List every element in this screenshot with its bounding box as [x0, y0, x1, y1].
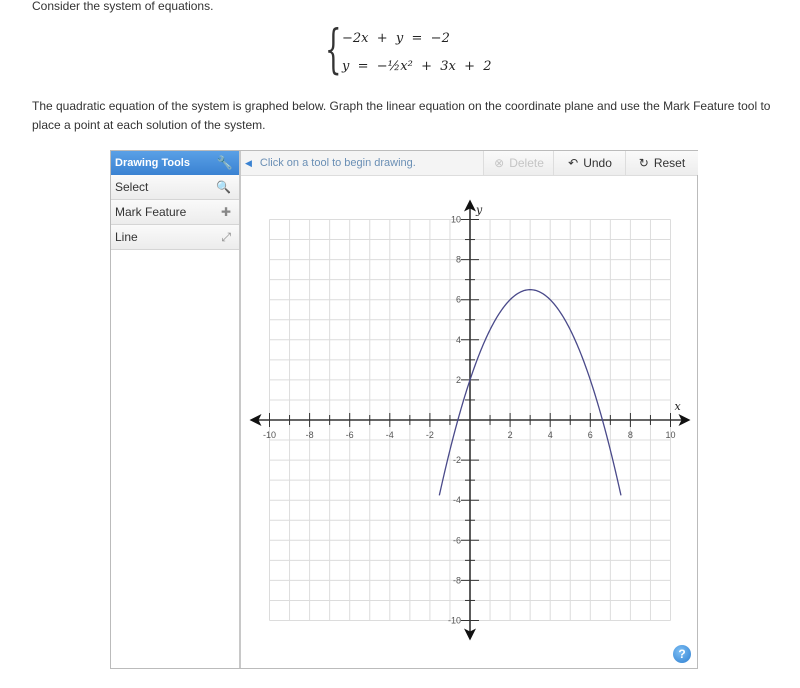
tool-line[interactable]: Line ⤢: [111, 225, 239, 250]
brace: {: [325, 20, 342, 80]
x-tick-label: -2: [426, 430, 434, 440]
tool-select-label: Select: [115, 180, 149, 194]
delete-icon: ⊗: [494, 156, 505, 170]
y-axis-label: y: [475, 204, 483, 217]
y-tick-label: 2: [456, 375, 461, 385]
axes: [249, 199, 691, 641]
toolbar-hint: ◀ Click on a tool to begin drawing.: [245, 151, 416, 175]
x-tick-label: 2: [508, 430, 513, 440]
drawing-tools-panel: Drawing Tools 🔧 Select 🔍 Mark Feature ✚ …: [111, 151, 241, 668]
delete-button[interactable]: ⊗ Delete: [483, 151, 554, 175]
tool-select[interactable]: Select 🔍: [111, 175, 239, 200]
y-tick-label: -6: [453, 535, 461, 545]
x-tick-label: -6: [346, 430, 354, 440]
y-tick-label: -2: [453, 455, 461, 465]
drawing-tools-header: Drawing Tools 🔧: [111, 151, 239, 175]
y-tick-label: -10: [448, 616, 461, 626]
help-button[interactable]: ?: [673, 645, 691, 663]
wrench-icon: 🔧: [216, 155, 233, 170]
x-tick-label: -10: [263, 430, 276, 440]
y-tick-label: -8: [453, 575, 461, 585]
select-cursor-icon: 🔍: [216, 180, 231, 194]
x-axis-label: x: [675, 400, 682, 413]
x-tick-label: 8: [628, 430, 633, 440]
plus-icon: ✚: [220, 205, 231, 219]
graphing-tool: Drawing Tools 🔧 Select 🔍 Mark Feature ✚ …: [110, 150, 698, 669]
double-arrow-icon: ⤢: [221, 230, 231, 244]
intro-text: Consider the system of equations.: [32, 0, 214, 13]
delete-label: Delete: [509, 156, 544, 170]
quadratic-equation: y = −½x² + 3x + 2: [342, 59, 492, 74]
toolbar: ◀ Click on a tool to begin drawing. ⊗ Dele…: [241, 151, 698, 176]
coordinate-plane[interactable]: -10 -8 -6 -4 -2 2 4 6 8 10 10 8 6 4 2 -2 -4 -6 -8 -10 x y: [241, 176, 697, 646]
tool-mark-feature-label: Mark Feature: [115, 205, 187, 219]
hint-text: Click on a tool to begin drawing.: [259, 157, 416, 169]
undo-button[interactable]: ↶ Undo: [553, 151, 626, 175]
y-tick-label: -4: [453, 495, 461, 505]
y-tick-label: 4: [456, 335, 461, 345]
tick-labels: -10 -8 -6 -4 -2 2 4 6 8 10 10 8 6 4 2 -2 -4 -6 -8 -10 x y: [263, 204, 682, 626]
undo-icon: ↶: [568, 156, 579, 170]
x-tick-label: -8: [306, 430, 314, 440]
x-tick-label: -4: [386, 430, 394, 440]
reset-button[interactable]: ↻ Reset: [625, 151, 698, 175]
instructions: The quadratic equation of the system is …: [32, 99, 771, 132]
y-tick-label: 8: [456, 255, 461, 265]
tool-mark-feature[interactable]: Mark Feature ✚: [111, 200, 239, 225]
reset-label: Reset: [653, 156, 686, 170]
tool-line-label: Line: [115, 230, 138, 244]
x-tick-label: 10: [665, 430, 675, 440]
system-of-equations: { −2x + y = −2 y = −½x² + 3x + 2: [325, 24, 525, 84]
x-tick-label: 6: [588, 430, 593, 440]
y-tick-label: 10: [451, 215, 461, 225]
linear-equation: −2x + y = −2: [342, 31, 450, 46]
undo-label: Undo: [583, 156, 612, 170]
reset-icon: ↻: [638, 156, 649, 170]
drawing-tools-title: Drawing Tools: [115, 157, 190, 169]
x-tick-label: 4: [548, 430, 553, 440]
collapse-arrow-icon[interactable]: ◀: [245, 158, 252, 168]
y-tick-label: 6: [456, 295, 461, 305]
